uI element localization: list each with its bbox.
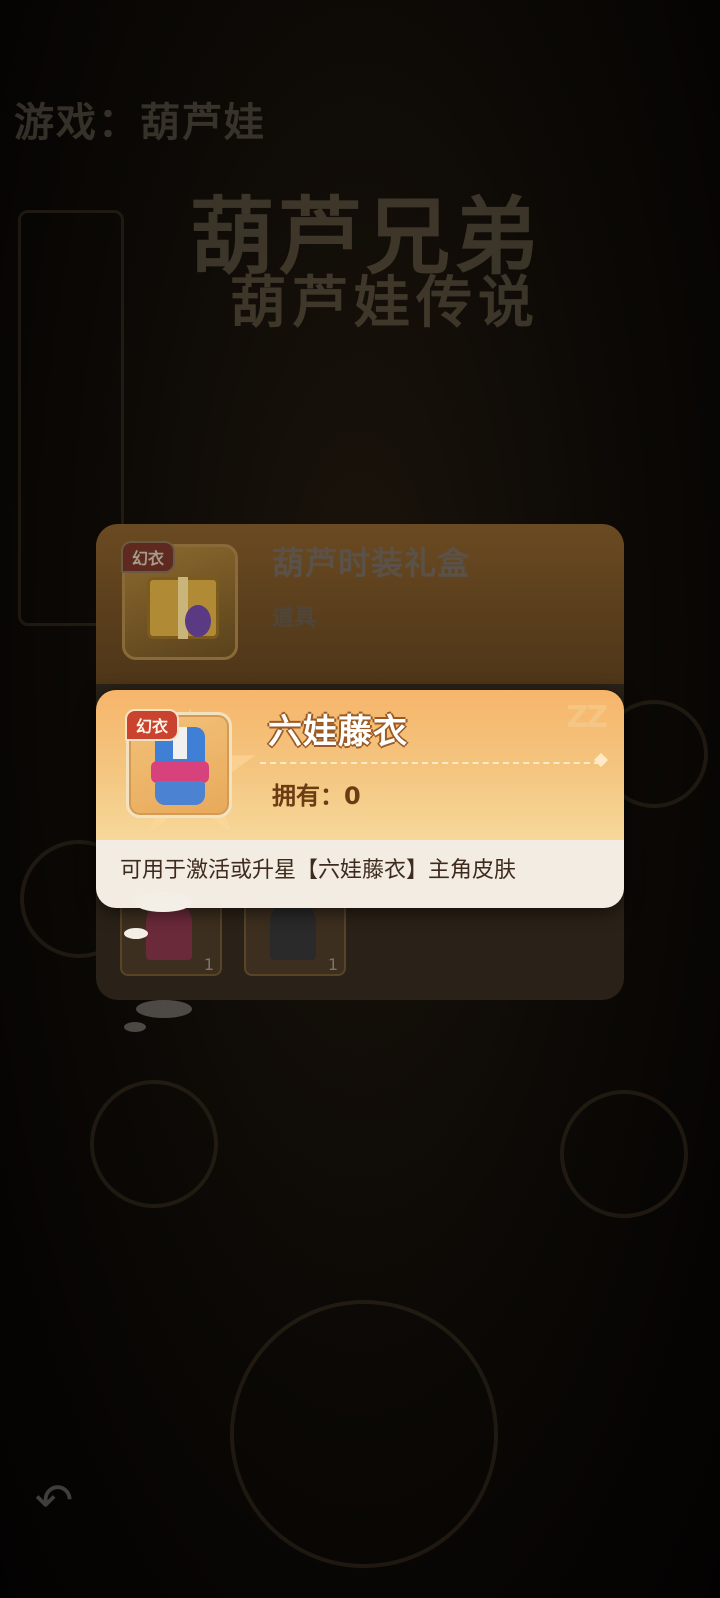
tooltip-item-name: 六娃藤衣 bbox=[268, 712, 408, 752]
tooltip-badge: 幻衣 bbox=[125, 709, 180, 741]
owned-count: 拥有：0 bbox=[272, 776, 361, 811]
gourd-icon bbox=[185, 605, 211, 637]
background-circle-button bbox=[560, 1090, 688, 1218]
item-tooltip-card: ★ ZZ 幻衣 六娃藤衣 拥有：0 可用于激活或升星【六娃藤衣】主角皮肤 bbox=[96, 690, 624, 908]
bubble-dot bbox=[124, 928, 148, 939]
back-arrow-icon[interactable]: ↶ bbox=[26, 1472, 82, 1528]
zz-decoration-icon: ZZ bbox=[566, 700, 607, 735]
gift-box-item-icon: 幻衣 bbox=[121, 541, 238, 660]
outfit-legs-shape bbox=[155, 781, 205, 805]
bubble-dot bbox=[124, 1022, 146, 1032]
tooltip-description: 可用于激活或升星【六娃藤衣】主角皮肤 bbox=[120, 858, 517, 883]
bubble-dot bbox=[134, 892, 192, 912]
item-info-header: 幻衣 葫芦时装礼盒 道具 bbox=[96, 524, 624, 684]
tooltip-divider bbox=[260, 762, 600, 764]
background-header-title: 游戏：葫芦娃 bbox=[14, 100, 266, 146]
bubble-dot bbox=[136, 1000, 192, 1018]
background-circle-button bbox=[90, 1080, 218, 1208]
outfit-belt-shape bbox=[151, 761, 209, 783]
reward-quantity: 1 bbox=[327, 955, 338, 974]
outfit-item-icon: 幻衣 bbox=[125, 709, 232, 818]
owned-label: 拥有： bbox=[272, 782, 344, 810]
background-logo-line2: 葫芦娃传说 bbox=[230, 271, 540, 336]
tooltip-header: ★ ZZ 幻衣 六娃藤衣 拥有：0 bbox=[96, 690, 624, 858]
character-thumbnail-icon bbox=[270, 900, 316, 960]
owned-value: 0 bbox=[344, 782, 361, 810]
divider-diamond-icon bbox=[593, 752, 609, 768]
background-circle-button bbox=[230, 1300, 498, 1568]
item-badge: 幻衣 bbox=[121, 541, 176, 573]
screen: 游戏：葫芦娃 葫芦兄弟 葫芦娃传说 ↶ 幻衣 葫芦时装礼盒 道具 1 1 ZZ … bbox=[0, 0, 720, 1598]
item-name: 葫芦时装礼盒 bbox=[272, 544, 471, 582]
reward-quantity: 1 bbox=[203, 955, 214, 974]
item-type: 道具 bbox=[272, 606, 317, 631]
